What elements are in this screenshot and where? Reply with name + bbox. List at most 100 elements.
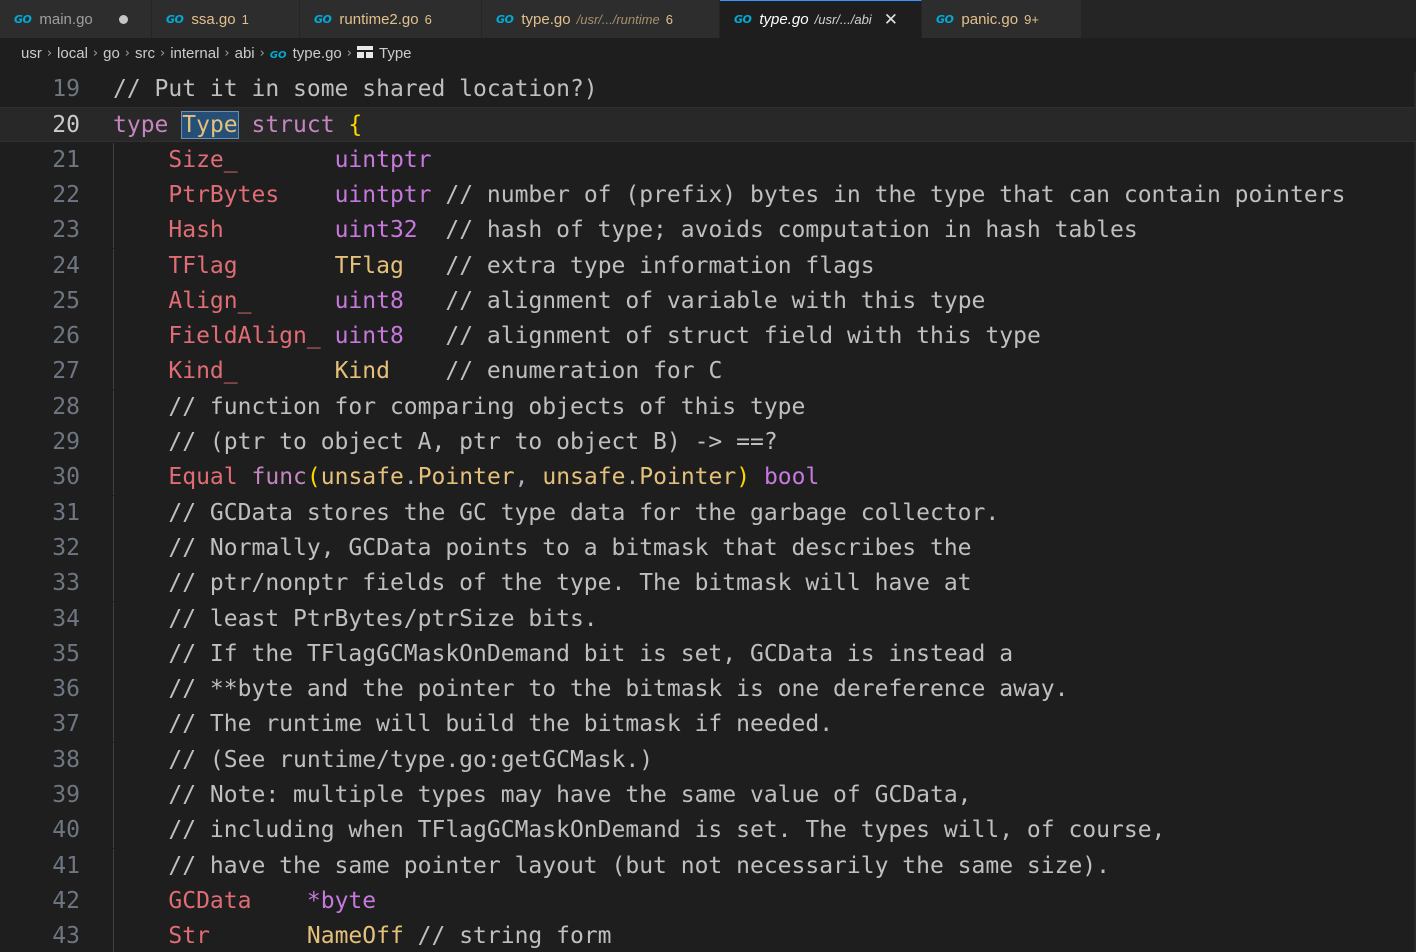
code-line[interactable]: 24 TFlag TFlag // extra type information… <box>0 249 1416 284</box>
code-text: Kind_ Kind // enumeration for C <box>113 354 722 389</box>
unsaved-dot-icon[interactable] <box>118 14 128 24</box>
code-token: Pointer <box>417 464 515 490</box>
tab-type-go-4[interactable]: GO type.go/usr/.../abi ✕ <box>720 0 922 38</box>
line-number: 25 <box>52 288 80 314</box>
tab-ssa-go[interactable]: GO ssa.go 1 <box>152 0 300 38</box>
code-line[interactable]: 20 type Type struct { <box>0 107 1416 142</box>
code-line[interactable]: 22 PtrBytes uintptr // number of (prefix… <box>0 178 1416 213</box>
breadcrumb: usr › local › go › src › internal › abi › GO type.go ›… <box>0 38 1416 68</box>
code-token: // GCData stores the GC type data for th… <box>113 500 1000 526</box>
code-line[interactable]: 25 Align_ uint8 // alignment of variable… <box>0 284 1416 319</box>
breadcrumb-item[interactable]: src <box>135 45 155 62</box>
close-icon[interactable]: ✕ <box>884 10 898 30</box>
breadcrumb-label: abi <box>234 44 255 62</box>
go-file-icon: GO <box>314 12 332 26</box>
line-number: 26 <box>52 323 80 349</box>
code-line[interactable]: 37 // The runtime will build the bitmask… <box>0 707 1416 742</box>
code-token: Size_ <box>168 147 238 173</box>
code-text: // Note: multiple types may have the sam… <box>113 778 972 813</box>
code-token: . <box>625 464 640 490</box>
code-text: GCData *byte <box>113 884 376 919</box>
code-token: TFlag <box>334 253 404 279</box>
code-line[interactable]: 29 // (ptr to object A, ptr to object B)… <box>0 425 1416 460</box>
code-token: ( <box>306 464 321 490</box>
code-editor[interactable]: 19 // Put it in some shared location?) 20 t… <box>0 72 1416 952</box>
code-token: GCData <box>168 888 252 914</box>
code-line[interactable]: 28 // function for comparing objects of … <box>0 390 1416 425</box>
code-text: // ptr/nonptr fields of the type. The bi… <box>113 566 971 601</box>
tab-type-go-3[interactable]: GO type.go/usr/.../runtime 6 <box>482 0 720 38</box>
go-file-icon: GO <box>936 12 954 26</box>
code-text: // (ptr to object A, ptr to object B) ->… <box>113 425 778 460</box>
breadcrumb-item[interactable]: local <box>57 45 88 62</box>
code-text: // **byte and the pointer to the bitmask… <box>113 672 1068 707</box>
code-text: // Put it in some shared location?) <box>113 72 598 107</box>
line-number: 36 <box>52 676 80 702</box>
problem-count-badge: 6 <box>424 11 432 27</box>
code-token: // (See runtime/type.go:getGCMask.) <box>113 747 654 773</box>
code-line[interactable]: 42 GCData *byte <box>0 884 1416 919</box>
code-line[interactable]: 23 Hash uint32 // hash of type; avoids c… <box>0 213 1416 248</box>
code-line[interactable]: 41 // have the same pointer layout (but … <box>0 849 1416 884</box>
code-token: // have the same pointer layout (but not… <box>113 853 1110 879</box>
tab-label: main.go <box>39 10 93 28</box>
code-token: Kind <box>334 358 390 384</box>
tab-main-go[interactable]: GO main.go <box>0 0 152 38</box>
code-token: // Note: multiple types may have the sam… <box>113 782 972 808</box>
code-token: // (ptr to object A, ptr to object B) ->… <box>113 429 778 455</box>
code-token: ) <box>736 464 751 490</box>
code-line[interactable]: 34 // least PtrBytes/ptrSize bits. <box>0 602 1416 637</box>
code-line[interactable]: 32 // Normally, GCData points to a bitma… <box>0 531 1416 566</box>
code-line[interactable]: 43 Str NameOff // string form <box>0 919 1416 952</box>
code-line[interactable]: 26 FieldAlign_ uint8 // alignment of str… <box>0 319 1416 354</box>
code-line[interactable]: 40 // including when TFlagGCMaskOnDemand… <box>0 813 1416 848</box>
breadcrumb-item[interactable]: Type <box>356 44 412 62</box>
code-text: PtrBytes uintptr // number of (prefix) b… <box>113 178 1345 213</box>
code-token: uint32 <box>334 217 418 243</box>
breadcrumb-label: Type <box>378 44 412 62</box>
code-line[interactable]: 33 // ptr/nonptr fields of the type. The… <box>0 566 1416 601</box>
line-number: 22 <box>52 182 80 208</box>
code-token: Kind_ <box>168 358 238 384</box>
code-token: // alignment of variable with this type <box>403 288 986 314</box>
chevron-right-icon: › <box>259 45 265 61</box>
code-line[interactable]: 19 // Put it in some shared location?) <box>0 72 1416 107</box>
tab-label: ssa.go <box>191 10 236 28</box>
tab-panic-go[interactable]: GO panic.go 9+ <box>922 0 1082 38</box>
code-line[interactable]: 38 // (See runtime/type.go:getGCMask.) <box>0 743 1416 778</box>
tab-runtime2-go[interactable]: GO runtime2.go 6 <box>300 0 482 38</box>
breadcrumb-item[interactable]: usr <box>21 45 42 62</box>
breadcrumb-item[interactable]: internal <box>170 45 219 62</box>
breadcrumb-item[interactable]: GO type.go <box>270 45 342 62</box>
code-text: // function for comparing objects of thi… <box>113 390 805 425</box>
code-text: FieldAlign_ uint8 // alignment of struct… <box>113 319 1040 354</box>
chevron-right-icon: › <box>224 45 230 61</box>
code-line[interactable]: 30 Equal func(unsafe.Pointer, unsafe.Poi… <box>0 460 1416 495</box>
code-text: type Type struct { <box>113 108 362 143</box>
tab-label: type.go <box>521 10 571 28</box>
code-line[interactable]: 39 // Note: multiple types may have the … <box>0 778 1416 813</box>
code-text: // (See runtime/type.go:getGCMask.) <box>113 743 653 778</box>
line-number: 19 <box>52 76 80 102</box>
code-text: Equal func(unsafe.Pointer, unsafe.Pointe… <box>113 460 819 495</box>
breadcrumb-item[interactable]: abi <box>235 45 255 62</box>
code-line[interactable]: 31 // GCData stores the GC type data for… <box>0 496 1416 531</box>
code-line[interactable]: 36 // **byte and the pointer to the bitm… <box>0 672 1416 707</box>
line-number: 20 <box>52 112 80 138</box>
tab-label: runtime2.go <box>339 10 419 28</box>
breadcrumb-item[interactable]: go <box>103 45 120 62</box>
code-line[interactable]: 27 Kind_ Kind // enumeration for C <box>0 354 1416 389</box>
code-line[interactable]: 35 // If the TFlagGCMaskOnDemand bit is … <box>0 637 1416 672</box>
line-number: 24 <box>52 253 80 279</box>
code-line[interactable]: 21 Size_ uintptr <box>0 143 1416 178</box>
